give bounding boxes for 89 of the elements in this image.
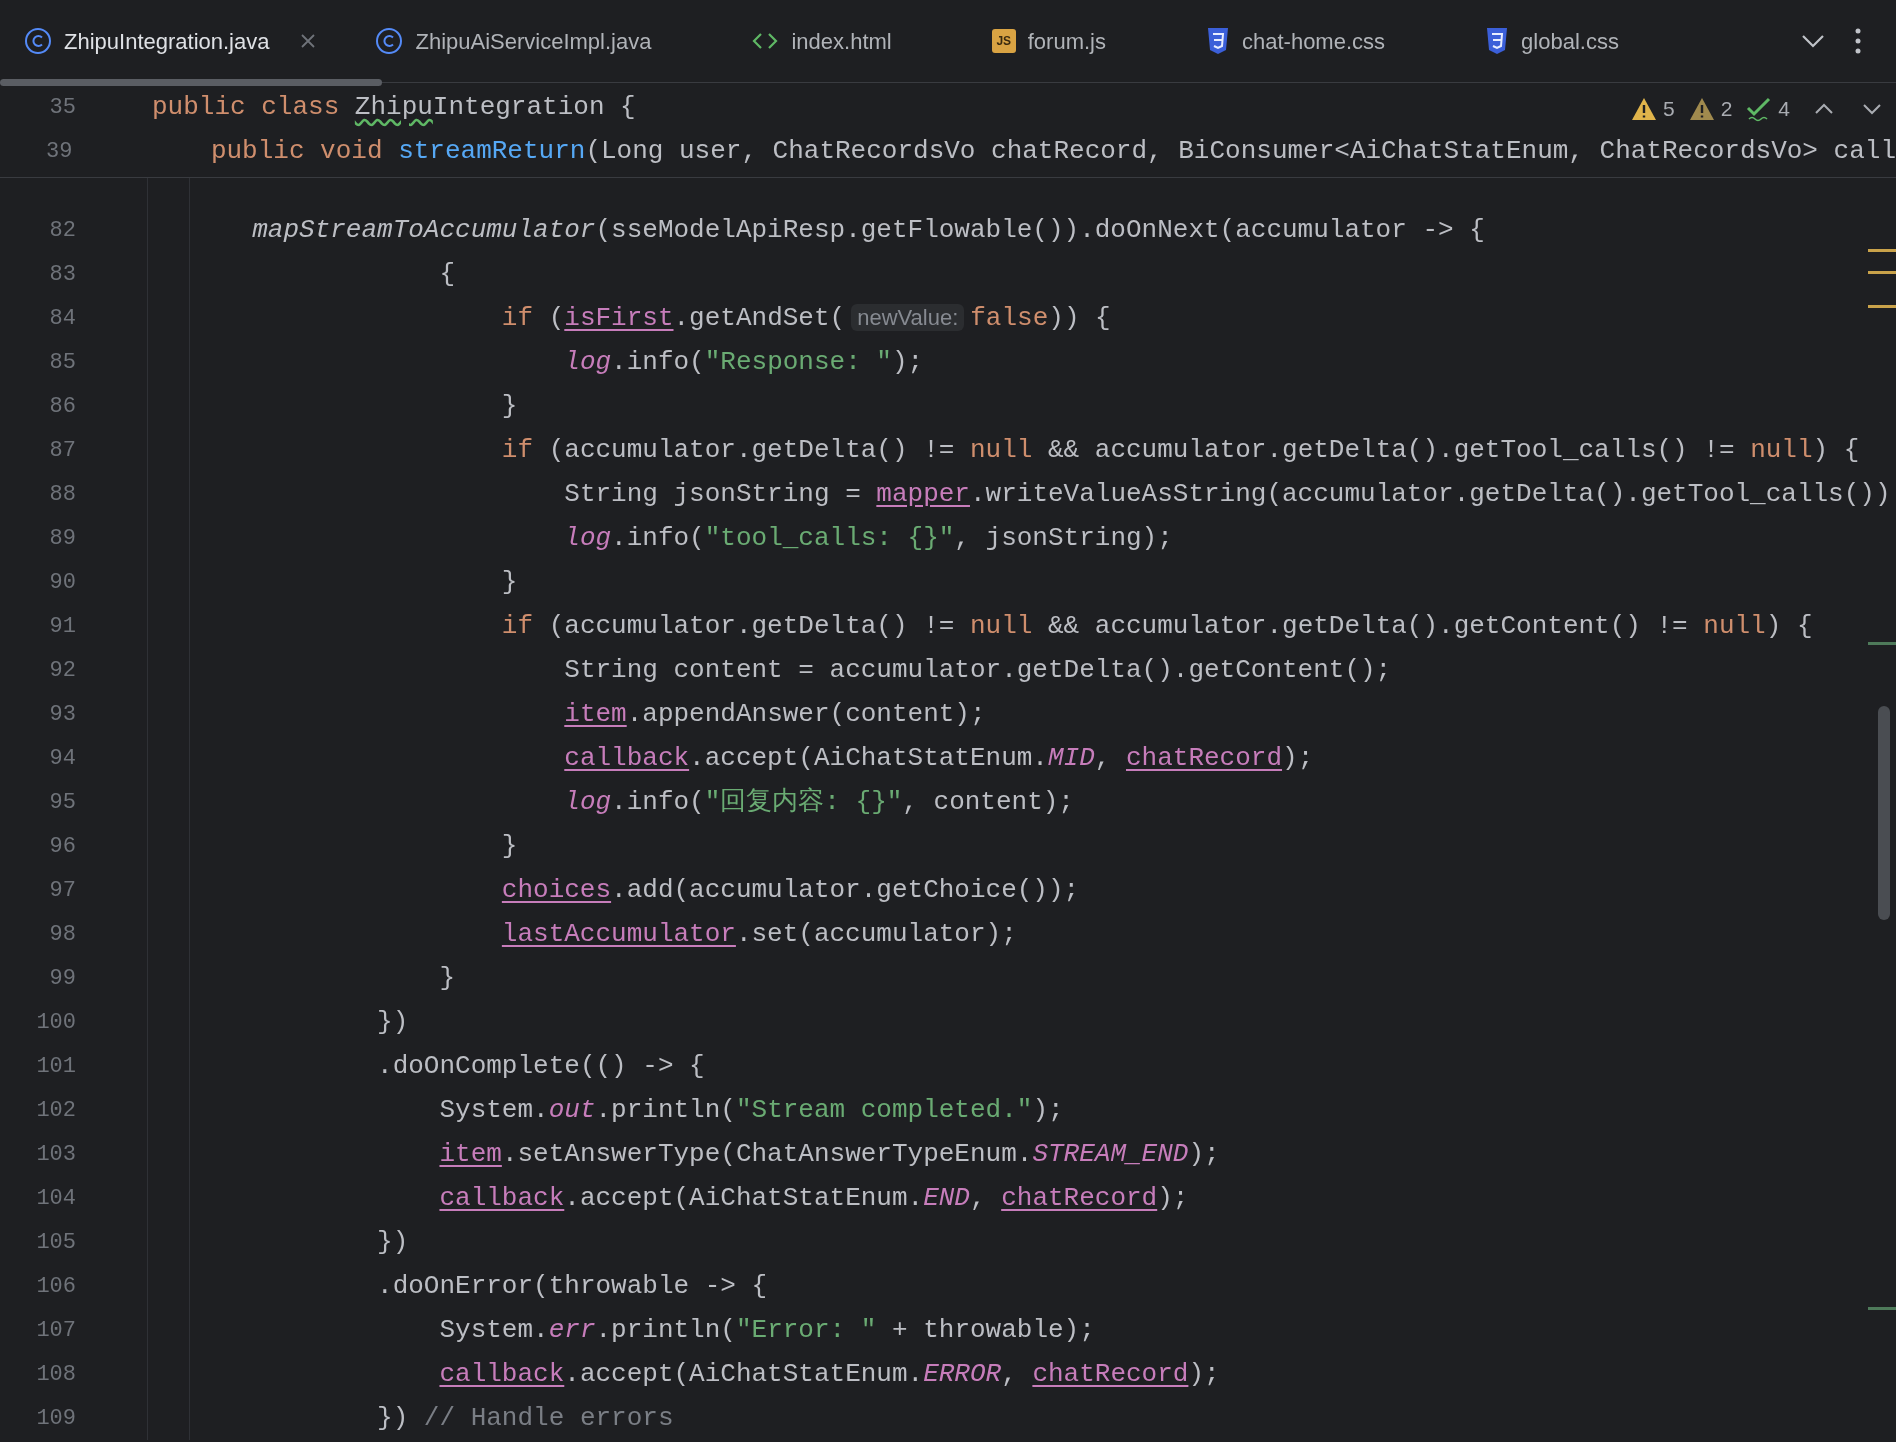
code-line: public void streamReturn(Long user, ChatRecordsVo chatRecord, BiConsumer<AiChatStatEnum, ChatRecordsVo> call	[209, 135, 1896, 168]
code-line: .doOnComplete(() -> {	[376, 1050, 705, 1083]
chevron-up-icon[interactable]	[1814, 102, 1834, 115]
line-number: 39	[45, 137, 73, 166]
line-number: 85	[48, 348, 76, 377]
code-line: }) // Handle errors	[376, 1402, 674, 1435]
code-line: if (accumulator.getDelta() != null && accumulator.getDelta().getContent() != null) {	[500, 610, 1813, 643]
code-line: })	[376, 1006, 409, 1039]
code-line: log.info("Response: ");	[563, 346, 924, 379]
editor-tab[interactable]: JS forum.js	[991, 24, 1106, 58]
line-number: 93	[48, 700, 76, 729]
line-number: 86	[48, 392, 76, 421]
line-number: 84	[48, 304, 76, 333]
code-line: System.out.println("Stream completed.");	[438, 1094, 1064, 1127]
warning-marker[interactable]	[1868, 249, 1896, 252]
code-line: String content = accumulator.getDelta().getContent();	[563, 654, 1392, 687]
inspection-count[interactable]: 4	[1778, 93, 1790, 125]
code-line: if (accumulator.getDelta() != null && accumulator.getDelta().getTool_calls() != null) {	[500, 434, 1860, 467]
line-number: 95	[48, 788, 76, 817]
code-line: log.info("tool_calls: {}", jsonString);	[563, 522, 1173, 555]
line-number: 101	[35, 1052, 76, 1081]
line-number: 91	[48, 612, 76, 641]
javascript-file-icon: JS	[991, 29, 1016, 53]
line-number: 102	[35, 1096, 76, 1125]
warning-marker[interactable]	[1868, 271, 1896, 274]
code-line: callback.accept(AiChatStatEnum.ERROR, chatRecord);	[438, 1358, 1220, 1391]
line-number: 98	[48, 920, 76, 949]
line-number: 97	[48, 876, 76, 905]
line-number: 106	[35, 1272, 76, 1301]
shield-icon	[1206, 27, 1230, 55]
code-line: log.info("回复内容: {}", content);	[563, 786, 1074, 819]
shield-icon	[1485, 27, 1510, 55]
line-number: 96	[48, 832, 76, 861]
code-line: }	[500, 566, 518, 599]
tab-scrollbar[interactable]	[0, 79, 382, 86]
line-number: 107	[35, 1316, 76, 1345]
line-number: 99	[48, 964, 76, 993]
line-number: 88	[48, 480, 76, 509]
line-number: 90	[48, 568, 76, 597]
code-line: }	[438, 962, 456, 995]
line-number: 105	[35, 1228, 76, 1257]
code-line: callback.accept(AiChatStatEnum.MID, chatRecord);	[563, 742, 1314, 775]
code-line: callback.accept(AiChatStatEnum.END, chatRecord);	[438, 1182, 1189, 1215]
class-icon	[24, 27, 52, 55]
editor-tab[interactable]: ZhipuAiServiceImpl.java	[375, 24, 652, 58]
code-line: .doOnError(throwable -> {	[376, 1270, 768, 1303]
code-line: String jsonString = mapper.writeValueAsString(accumulator.getDelta().getTool_calls())	[563, 478, 1891, 511]
close-icon[interactable]	[299, 32, 318, 50]
code-line: {	[438, 258, 456, 291]
editor-tab[interactable]: ZhipuIntegration.java	[24, 24, 318, 58]
code-line: System.err.println("Error: " + throwable);	[438, 1314, 1095, 1347]
code-line: item.setAnswerType(ChatAnswerTypeEnum.STREAM_END);	[438, 1138, 1220, 1171]
line-number: 83	[48, 260, 76, 289]
change-marker[interactable]	[1868, 642, 1896, 645]
inspection-count[interactable]: 5	[1662, 93, 1675, 125]
line-number: 109	[35, 1404, 76, 1433]
editor-tab[interactable]: global.css	[1485, 24, 1619, 58]
inspection-count[interactable]: 2	[1720, 93, 1733, 125]
scrollbar-thumb[interactable]	[1878, 706, 1890, 920]
line-number: 108	[35, 1360, 76, 1389]
code-line: }	[500, 830, 518, 863]
code-line: if (isFirst.getAndSet( newValue: false)) {	[500, 301, 1111, 335]
code-line: choices.add(accumulator.getChoice());	[500, 874, 1080, 907]
change-marker[interactable]	[1868, 1307, 1896, 1310]
line-number: 92	[48, 656, 76, 685]
code-line: lastAccumulator.set(accumulator);	[500, 918, 1017, 951]
chevron-down-icon[interactable]	[1800, 33, 1826, 49]
line-number: 104	[35, 1184, 76, 1213]
code-line: item.appendAnswer(content);	[563, 698, 986, 731]
editor-tab[interactable]: index.html	[751, 24, 892, 58]
code-line: }	[500, 390, 518, 423]
class-icon	[375, 27, 404, 55]
warning-marker[interactable]	[1868, 305, 1896, 308]
code-line: public class ZhipuIntegration {	[152, 91, 636, 124]
editor-tab[interactable]: chat-home.css	[1206, 24, 1386, 58]
line-number: 35	[48, 93, 76, 122]
line-number: 87	[48, 436, 76, 465]
chevron-down-icon[interactable]	[1862, 102, 1882, 115]
line-number: 89	[48, 524, 76, 553]
line-number: 94	[48, 744, 76, 773]
warning-icon	[1630, 96, 1657, 121]
line-number: 103	[35, 1140, 76, 1169]
check-icon	[1746, 95, 1773, 122]
line-number: 100	[35, 1008, 76, 1037]
line-number: 82	[48, 216, 76, 245]
more-options-icon[interactable]	[1854, 28, 1862, 54]
code-line: })	[376, 1226, 409, 1259]
code-line: mapStreamToAccumulator(sseModelApiResp.getFlowable()).doOnNext(accumulator -> {	[251, 214, 1485, 247]
warning-icon	[1688, 96, 1715, 121]
